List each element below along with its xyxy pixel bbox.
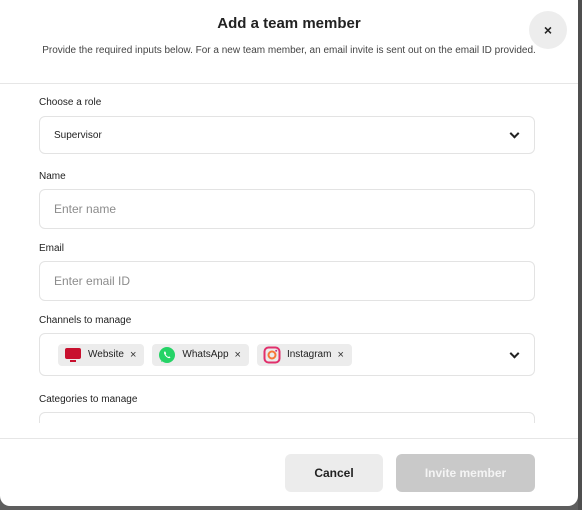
- chevron-down-icon: [509, 348, 520, 359]
- cancel-button[interactable]: Cancel: [285, 454, 383, 492]
- close-button[interactable]: ×: [529, 11, 567, 49]
- modal-header: Add a team member Provide the required i…: [0, 0, 578, 84]
- modal-title: Add a team member: [217, 15, 361, 32]
- categories-label: Categories to manage: [39, 394, 138, 405]
- role-select-value: Supervisor: [54, 129, 102, 141]
- role-select[interactable]: Supervisor: [39, 116, 535, 154]
- modal-subtitle: Provide the required inputs below. For a…: [42, 45, 536, 56]
- remove-chip-icon[interactable]: ×: [337, 349, 343, 361]
- backdrop-edge: [578, 0, 582, 510]
- role-label: Choose a role: [39, 97, 102, 108]
- modal-body: Choose a role Supervisor Name Email Chan…: [0, 85, 578, 423]
- channel-chip-website: Website ×: [58, 343, 145, 366]
- instagram-icon: [263, 346, 281, 363]
- name-field-wrapper: [39, 189, 535, 229]
- channel-chips: Website × WhatsApp × Instagram ×: [56, 343, 352, 366]
- email-input[interactable]: [54, 274, 494, 288]
- channel-chip-label: WhatsApp: [182, 349, 229, 360]
- name-input[interactable]: [54, 202, 494, 216]
- channel-chip-label: Instagram: [286, 349, 332, 360]
- channels-label: Channels to manage: [39, 315, 132, 326]
- channel-chip-whatsapp: WhatsApp ×: [152, 343, 249, 366]
- monitor-icon: [65, 347, 81, 362]
- whatsapp-icon: [159, 346, 176, 363]
- email-label: Email: [39, 243, 65, 254]
- close-icon: ×: [543, 22, 553, 38]
- modal-footer: Cancel Invite member: [0, 438, 578, 506]
- remove-chip-icon[interactable]: ×: [130, 349, 136, 361]
- channel-chip-label: Website: [88, 349, 124, 360]
- name-label: Name: [39, 171, 66, 182]
- remove-chip-icon[interactable]: ×: [235, 349, 241, 361]
- invite-member-button[interactable]: Invite member: [396, 454, 535, 492]
- add-team-member-modal: Add a team member Provide the required i…: [0, 0, 578, 506]
- email-field-wrapper: [39, 261, 535, 301]
- chevron-down-icon: [509, 128, 520, 139]
- channels-select[interactable]: Website × WhatsApp × Instagram ×: [39, 333, 535, 376]
- categories-select[interactable]: [39, 412, 535, 423]
- channel-chip-instagram: Instagram ×: [256, 343, 352, 366]
